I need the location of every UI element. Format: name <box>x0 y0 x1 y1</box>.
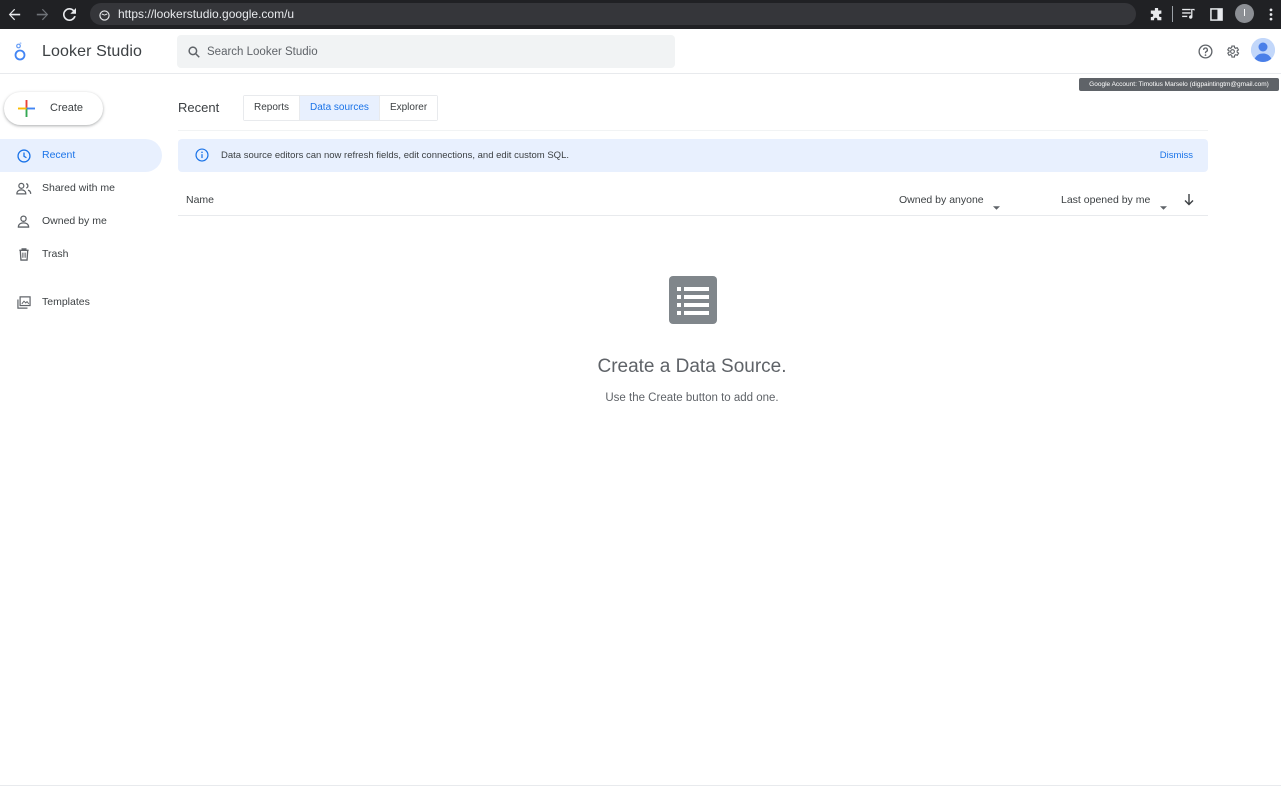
owner-filter-dropdown[interactable]: Owned by anyone <box>899 194 984 206</box>
tab-data-sources[interactable]: Data sources <box>300 96 380 120</box>
address-bar[interactable]: https://lookerstudio.google.com/u <box>90 3 1136 25</box>
plus-icon <box>18 100 35 117</box>
sidebar-item-shared-with-me[interactable]: Shared with me <box>0 172 162 205</box>
sidebar-item-label: Templates <box>42 296 90 308</box>
tab-group: Reports Data sources Explorer <box>243 95 439 121</box>
side-panel-icon[interactable] <box>1207 5 1225 23</box>
search-input[interactable] <box>207 35 667 68</box>
banner-message: Data source editors can now refresh fiel… <box>221 150 569 161</box>
sidebar-item-label: Owned by me <box>42 215 107 227</box>
browser-menu-icon[interactable] <box>1262 5 1280 23</box>
search-icon <box>188 45 200 63</box>
sidebar-item-label: Trash <box>42 248 69 260</box>
templates-icon <box>15 294 32 311</box>
create-button-label: Create <box>50 102 84 114</box>
sidebar-item-templates[interactable]: Templates <box>0 286 162 319</box>
person-icon <box>15 213 32 230</box>
extensions-icon[interactable] <box>1147 5 1165 23</box>
sort-dropdown[interactable]: Last opened by me <box>1061 194 1150 206</box>
browser-toolbar: https://lookerstudio.google.com/u I <box>0 0 1281 29</box>
forward-icon[interactable] <box>34 6 51 23</box>
browser-profile-avatar[interactable]: I <box>1235 4 1254 23</box>
account-tooltip: Google Account: Timotius Marselo (digpai… <box>1079 78 1279 91</box>
app-header: Looker Studio <box>0 29 1281 74</box>
sidebar-item-label: Recent <box>42 149 76 161</box>
site-info-icon[interactable] <box>99 8 110 26</box>
name-column-header[interactable]: Name <box>186 194 214 206</box>
account-avatar[interactable] <box>1251 38 1275 62</box>
back-icon[interactable] <box>6 6 23 23</box>
clock-icon <box>15 147 32 164</box>
sidebar-item-trash[interactable]: Trash <box>0 238 162 271</box>
looker-studio-logo-icon[interactable] <box>14 42 32 64</box>
tab-reports[interactable]: Reports <box>244 96 301 120</box>
reload-icon[interactable] <box>61 6 78 23</box>
dismiss-button[interactable]: Dismiss <box>1160 150 1193 161</box>
empty-state-subtitle: Use the Create button to add one. <box>605 392 779 404</box>
tab-explorer[interactable]: Explorer <box>379 96 438 120</box>
trash-icon <box>15 246 32 263</box>
dropdown-caret-icon[interactable] <box>1160 197 1167 215</box>
page-title: Recent <box>178 100 220 115</box>
dropdown-caret-icon[interactable] <box>993 197 1000 215</box>
create-button[interactable]: Create <box>4 92 103 125</box>
url-text: https://lookerstudio.google.com/u <box>118 7 295 21</box>
media-controls-icon[interactable] <box>1180 5 1198 23</box>
app-title[interactable]: Looker Studio <box>42 43 142 61</box>
sidebar-item-owned-by-me[interactable]: Owned by me <box>0 205 162 238</box>
sort-direction-arrow-icon[interactable] <box>1184 193 1194 211</box>
search-box[interactable] <box>177 35 675 68</box>
settings-gear-icon[interactable] <box>1223 42 1241 60</box>
empty-state-title: Create a Data Source. <box>597 356 787 377</box>
toolbar-divider <box>1172 6 1173 22</box>
sidebar-item-recent[interactable]: Recent <box>0 139 162 172</box>
data-source-list-icon <box>669 276 717 324</box>
info-banner: Data source editors can now refresh fiel… <box>178 139 1208 172</box>
list-header: Name Owned by anyone Last opened by me <box>178 184 1208 216</box>
info-icon <box>195 148 209 167</box>
people-icon <box>15 180 32 197</box>
help-icon[interactable] <box>1196 42 1214 60</box>
divider <box>178 130 1208 131</box>
sidebar-item-label: Shared with me <box>42 182 115 194</box>
window-bottom-border <box>0 785 1281 786</box>
